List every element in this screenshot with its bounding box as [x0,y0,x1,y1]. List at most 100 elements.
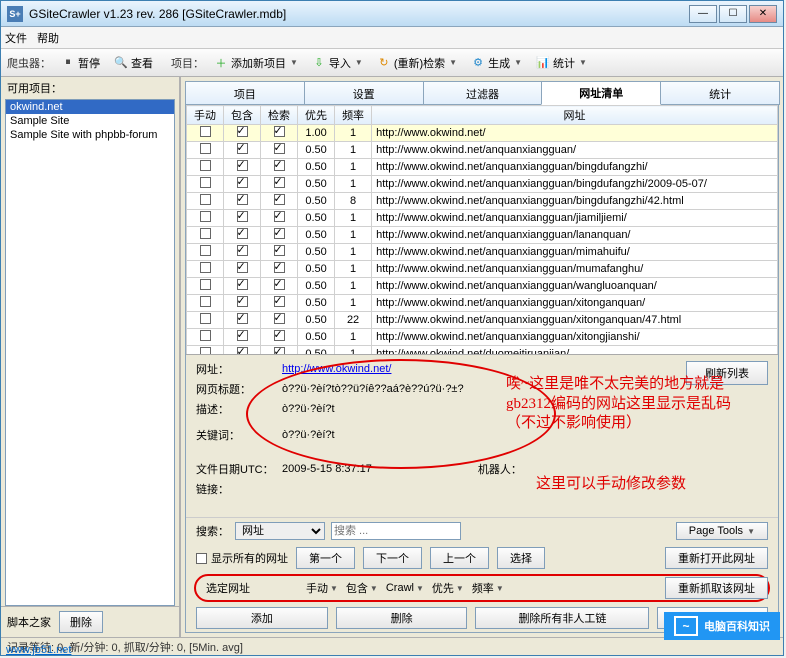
table-row[interactable]: 0.5022http://www.okwind.net/anquanxiangg… [187,312,778,329]
checkbox[interactable] [237,262,248,273]
checkbox[interactable] [200,296,211,307]
sel-include[interactable]: 包含▼ [346,580,378,596]
tab-project[interactable]: 项目 [185,81,305,105]
checkbox[interactable] [274,211,285,222]
checkbox[interactable] [200,313,211,324]
refresh-list-button[interactable]: 刷新列表 [686,361,768,385]
search-input[interactable] [331,522,461,540]
sel-manual[interactable]: 手动▼ [306,580,338,596]
checkbox[interactable] [274,143,285,154]
checkbox[interactable] [237,160,248,171]
delete-project-button[interactable]: 删除 [59,611,103,633]
col-header[interactable]: 优先 [298,106,335,125]
pause-button[interactable]: ⏸暂停 [55,52,106,74]
menu-help[interactable]: 帮助 [37,30,59,46]
footer-link[interactable]: www.jb51.net [6,644,71,656]
delete-nonhuman-button[interactable]: 删除所有非人工链 [475,607,649,629]
checkbox[interactable] [200,194,211,205]
tab-filter[interactable]: 过滤器 [423,81,543,105]
tab-settings[interactable]: 设置 [304,81,424,105]
checkbox[interactable] [237,330,248,341]
col-header[interactable]: 检索 [261,106,298,125]
search-mode-select[interactable]: 网址 [235,522,325,540]
col-header[interactable]: 包含 [224,106,261,125]
checkbox[interactable] [200,228,211,239]
table-row[interactable]: 0.501http://www.okwind.net/anquanxianggu… [187,210,778,227]
checkbox[interactable] [200,143,211,154]
table-row[interactable]: 0.501http://www.okwind.net/anquanxianggu… [187,159,778,176]
select-button[interactable]: 选择 [497,547,545,569]
sel-freq[interactable]: 频率▼ [472,580,504,596]
checkbox[interactable] [237,143,248,154]
delete-button[interactable]: 删除 [336,607,468,629]
checkbox[interactable] [237,313,248,324]
tab-stats[interactable]: 统计 [660,81,780,105]
view-button[interactable]: 🔍查看 [108,52,159,74]
checkbox[interactable] [274,279,285,290]
checkbox[interactable] [200,126,211,137]
reopen-url-button[interactable]: 重新打开此网址 [665,547,768,569]
checkbox[interactable] [274,262,285,273]
project-list[interactable]: okwind.net Sample Site Sample Site with … [5,99,175,606]
checkbox[interactable] [237,245,248,256]
checkbox[interactable] [237,211,248,222]
table-row[interactable]: 0.501http://www.okwind.net/duomeitiruanj… [187,346,778,356]
page-tools-button[interactable]: Page Tools ▼ [676,522,768,540]
research-button[interactable]: ↻(重新)检索▼ [371,52,463,74]
checkbox[interactable] [274,126,285,137]
checkbox[interactable] [274,245,285,256]
checkbox[interactable] [274,194,285,205]
table-row[interactable]: 0.501http://www.okwind.net/anquanxianggu… [187,176,778,193]
checkbox[interactable] [237,194,248,205]
recrawl-url-button[interactable]: 重新抓取该网址 [665,577,768,599]
table-row[interactable]: 0.501http://www.okwind.net/anquanxianggu… [187,244,778,261]
table-row[interactable]: 0.501http://www.okwind.net/anquanxianggu… [187,142,778,159]
table-row[interactable]: 0.501http://www.okwind.net/anquanxianggu… [187,261,778,278]
close-button[interactable]: ✕ [749,5,777,23]
checkbox[interactable] [200,262,211,273]
table-row[interactable]: 0.501http://www.okwind.net/anquanxianggu… [187,227,778,244]
add-project-button[interactable]: ＋添加新项目▼ [208,52,304,74]
maximize-button[interactable]: ☐ [719,5,747,23]
checkbox[interactable] [200,211,211,222]
checkbox[interactable] [274,347,285,355]
checkbox[interactable] [237,177,248,188]
checkbox[interactable] [274,228,285,239]
menu-file[interactable]: 文件 [5,30,27,46]
checkbox[interactable] [274,313,285,324]
project-item[interactable]: okwind.net [6,100,174,114]
checkbox[interactable] [274,296,285,307]
checkbox[interactable] [200,347,211,355]
import-button[interactable]: ⇩导入▼ [306,52,369,74]
table-row[interactable]: 1.001http://www.okwind.net/ [187,125,778,142]
checkbox[interactable] [200,177,211,188]
stats-button[interactable]: 📊统计▼ [530,52,593,74]
detail-url[interactable]: http://www.okwind.net/ [282,363,391,375]
sel-priority[interactable]: 优先▼ [432,580,464,596]
checkbox[interactable] [200,279,211,290]
first-button[interactable]: 第一个 [296,547,355,569]
checkbox[interactable] [237,279,248,290]
project-item[interactable]: Sample Site with phpbb-forum [6,128,174,142]
table-row[interactable]: 0.501http://www.okwind.net/anquanxianggu… [187,278,778,295]
checkbox[interactable] [274,330,285,341]
project-item[interactable]: Sample Site [6,114,174,128]
prev-button[interactable]: 上一个 [430,547,489,569]
col-header[interactable]: 频率 [335,106,372,125]
checkbox[interactable] [237,228,248,239]
table-row[interactable]: 0.501http://www.okwind.net/anquanxianggu… [187,295,778,312]
checkbox[interactable] [200,160,211,171]
table-row[interactable]: 0.501http://www.okwind.net/anquanxianggu… [187,329,778,346]
checkbox[interactable] [237,347,248,355]
table-row[interactable]: 0.508http://www.okwind.net/anquanxianggu… [187,193,778,210]
checkbox[interactable] [200,245,211,256]
sel-crawl[interactable]: Crawl▼ [386,582,424,594]
next-button[interactable]: 下一个 [363,547,422,569]
tab-urllist[interactable]: 网址清单 [541,81,661,105]
generate-button[interactable]: ⚙生成▼ [465,52,528,74]
col-header[interactable]: 网址 [372,106,778,125]
add-button[interactable]: 添加 [196,607,328,629]
col-header[interactable]: 手动 [187,106,224,125]
checkbox[interactable] [274,160,285,171]
checkbox[interactable] [237,126,248,137]
